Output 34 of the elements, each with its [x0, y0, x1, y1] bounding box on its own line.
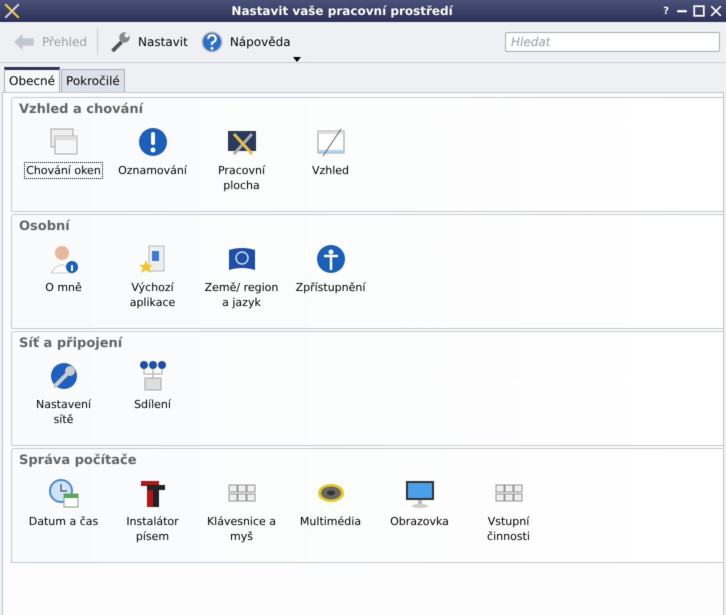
- help-button[interactable]: ?: [663, 4, 669, 18]
- section-title: Vzhled a chování: [19, 101, 144, 119]
- settings-item[interactable]: Nastavení sítě: [24, 396, 104, 428]
- settings-item[interactable]: Obrazovka: [388, 512, 451, 530]
- settings-item[interactable]: Chování oken: [24, 162, 103, 178]
- section-title: Síť a připojení: [19, 335, 124, 353]
- window-title: Nastavit vaše pracovní prostředí: [230, 3, 454, 20]
- settings-item[interactable]: Pracovní plocha: [202, 162, 282, 194]
- settings-item[interactable]: Instalátor písem: [112, 512, 192, 544]
- toolbar-button[interactable]: Nápověda: [194, 28, 297, 56]
- exclamation-icon[interactable]: [136, 126, 168, 158]
- settings-item[interactable]: Multimédia: [298, 512, 364, 530]
- settings-item[interactable]: Země/ region a jazyk: [202, 278, 282, 310]
- maximize-icon[interactable]: [692, 4, 706, 18]
- settings-item[interactable]: Oznamování: [116, 162, 189, 178]
- close-icon[interactable]: [709, 4, 723, 18]
- settings-item[interactable]: O mně: [43, 278, 84, 296]
- settings-item[interactable]: Vzhled: [310, 162, 352, 178]
- settings-item[interactable]: Zpřístupnění: [294, 278, 368, 296]
- search-field[interactable]: Hledat: [505, 32, 720, 52]
- settings-item[interactable]: Klávesnice a myš: [202, 512, 282, 544]
- tab[interactable]: Obecné: [4, 67, 60, 92]
- tab[interactable]: Pokročilé: [61, 69, 125, 92]
- settings-item[interactable]: Vstupní činnosti: [468, 512, 548, 544]
- settings-item[interactable]: Výchozí aplikace: [112, 278, 192, 310]
- tools-icon: [3, 2, 21, 20]
- section-title: Správa počítače: [19, 452, 138, 470]
- settings-item[interactable]: Sdílení: [132, 396, 173, 412]
- section-title: Osobní: [19, 218, 72, 236]
- toolbar-button[interactable]: Nastavit: [102, 28, 194, 56]
- help-icon: [200, 30, 224, 54]
- accessibility-icon[interactable]: [314, 242, 346, 274]
- clock-calendar-icon[interactable]: [48, 476, 80, 508]
- settings-item[interactable]: Datum a čas: [26, 512, 100, 530]
